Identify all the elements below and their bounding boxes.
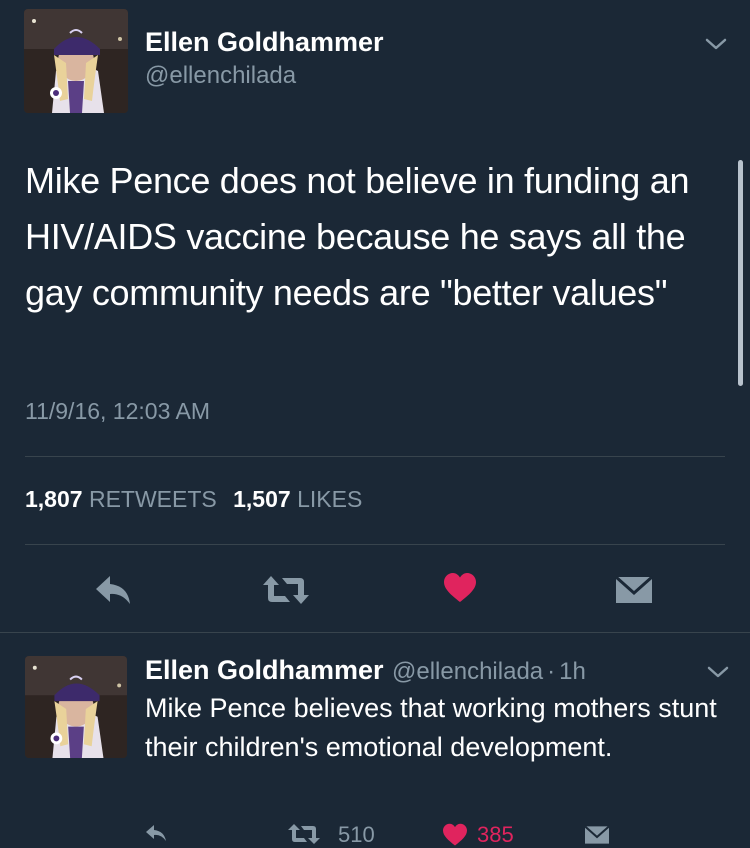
envelope-icon[interactable] xyxy=(583,825,611,845)
retweet-icon[interactable] xyxy=(287,823,321,845)
divider xyxy=(25,456,725,457)
tweet-text: Mike Pence does not believe in funding a… xyxy=(25,160,690,313)
heart-icon[interactable] xyxy=(441,823,469,847)
author-avatar[interactable] xyxy=(25,656,127,758)
tweet-text: Mike Pence believes that working mothers… xyxy=(145,693,717,762)
envelope-icon[interactable] xyxy=(615,575,653,605)
tweet-timestamp: 11/9/16, 12:03 AM xyxy=(25,398,210,424)
reply-arrow-icon[interactable] xyxy=(145,823,167,843)
meta-separator: · xyxy=(547,658,556,685)
divider xyxy=(25,544,725,545)
tweet-age[interactable]: 1h xyxy=(559,658,586,685)
like-count[interactable]: 1,507 xyxy=(233,486,291,512)
author-handle[interactable]: @ellenchilada xyxy=(145,62,296,90)
author-handle[interactable]: @ellenchilada xyxy=(392,658,543,685)
heart-icon[interactable] xyxy=(443,572,477,604)
section-divider xyxy=(0,632,750,633)
avatar-photo xyxy=(25,656,127,758)
tweet-header: Ellen Goldhammer @ellenchilada · 1h xyxy=(145,655,586,686)
retweet-icon[interactable] xyxy=(262,574,310,606)
retweet-label[interactable]: RETWEETS xyxy=(89,486,217,512)
chevron-down-icon[interactable] xyxy=(704,36,728,52)
author-name[interactable]: Ellen Goldhammer xyxy=(145,27,384,58)
author-name[interactable]: Ellen Goldhammer xyxy=(145,655,384,685)
retweet-count[interactable]: 1,807 xyxy=(25,486,83,512)
reply-arrow-icon[interactable] xyxy=(94,572,134,608)
retweet-count[interactable]: 510 xyxy=(338,822,375,848)
author-avatar[interactable] xyxy=(24,9,128,113)
scrollbar-thumb[interactable] xyxy=(738,160,743,386)
chevron-down-icon[interactable] xyxy=(706,664,730,680)
avatar-photo xyxy=(24,9,128,113)
like-count[interactable]: 385 xyxy=(477,822,514,848)
engagement-stats: 1,807 RETWEETS 1,507 LIKES xyxy=(25,486,362,513)
like-label[interactable]: LIKES xyxy=(297,486,362,512)
